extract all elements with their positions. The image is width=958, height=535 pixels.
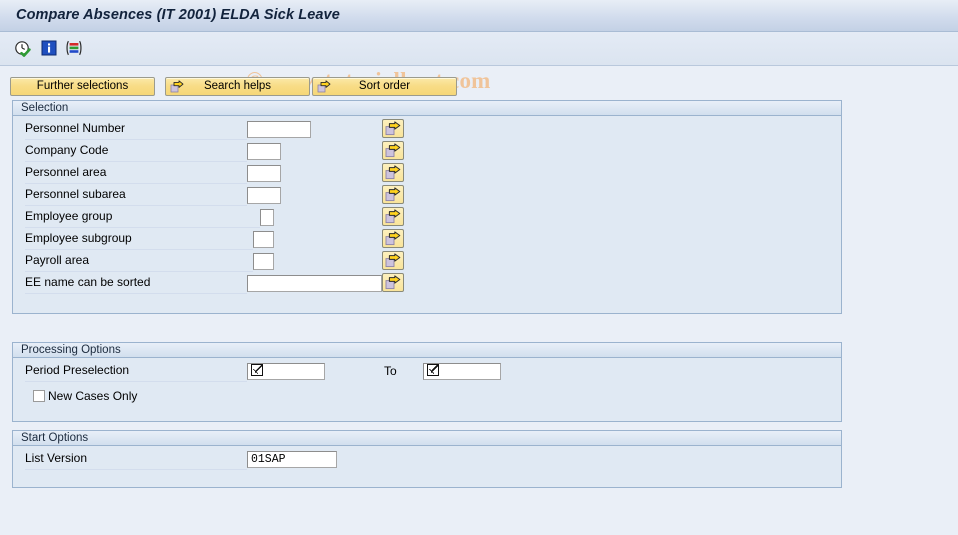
new-cases-only-label: New Cases Only <box>48 389 138 403</box>
search-helps-label: Search helps <box>203 80 272 92</box>
start-options-panel: Start Options List Version 01SAP <box>12 430 842 488</box>
window-title-bar: Compare Absences (IT 2001) ELDA Sick Lea… <box>0 0 958 32</box>
arrow-right-icon <box>385 187 401 202</box>
field-row-period-preselection: Period Preselection To <box>13 361 841 383</box>
personnel-subarea-multiple-selection-button[interactable] <box>382 185 404 204</box>
arrow-right-icon <box>385 121 401 136</box>
employee-subgroup-multiple-selection-button[interactable] <box>382 229 404 248</box>
arrow-right-icon <box>317 80 331 94</box>
arrow-right-icon <box>385 275 401 290</box>
company-code-input[interactable] <box>247 143 281 160</box>
start-options-header: Start Options <box>13 431 841 446</box>
arrow-right-icon <box>385 143 401 158</box>
employee-group-input[interactable] <box>260 209 274 226</box>
personnel-number-label: Personnel Number <box>25 119 247 140</box>
search-helps-button[interactable]: Search helps <box>165 77 310 96</box>
personnel-area-multiple-selection-button[interactable] <box>382 163 404 182</box>
employee-group-label: Employee group <box>25 207 260 228</box>
processing-options-header: Processing Options <box>13 343 841 358</box>
selection-panel: Selection Personnel Number Company Code … <box>12 100 842 314</box>
field-row-employee-group: Employee group <box>13 207 841 229</box>
payroll-area-label: Payroll area <box>25 251 253 272</box>
field-row-list-version: List Version 01SAP <box>13 449 841 471</box>
period-preselection-to-input[interactable] <box>423 363 501 380</box>
employee-subgroup-input[interactable] <box>253 231 274 248</box>
field-row-personnel-subarea: Personnel subarea <box>13 185 841 207</box>
arrow-right-icon <box>170 80 184 94</box>
list-version-input[interactable]: 01SAP <box>247 451 337 468</box>
personnel-subarea-input[interactable] <box>247 187 281 204</box>
new-cases-only-checkbox[interactable] <box>33 390 45 402</box>
color-bars-icon[interactable] <box>65 40 83 58</box>
further-selections-label: Further selections <box>36 80 129 92</box>
ee-name-can-be-sorted-label: EE name can be sorted <box>25 273 247 294</box>
arrow-right-icon <box>385 165 401 180</box>
further-selections-button[interactable]: Further selections <box>10 77 155 96</box>
personnel-subarea-label: Personnel subarea <box>25 185 247 206</box>
execute-clock-check-icon[interactable] <box>14 40 32 58</box>
sort-order-button[interactable]: Sort order <box>312 77 457 96</box>
list-version-label: List Version <box>25 449 247 470</box>
field-row-payroll-area: Payroll area <box>13 251 841 273</box>
arrow-right-icon <box>385 253 401 268</box>
sort-order-label: Sort order <box>358 80 411 92</box>
field-row-company-code: Company Code <box>13 141 841 163</box>
period-to-label: To <box>384 364 397 378</box>
company-code-multiple-selection-button[interactable] <box>382 141 404 160</box>
personnel-area-input[interactable] <box>247 165 281 182</box>
page-title: Compare Absences (IT 2001) ELDA Sick Lea… <box>16 7 340 23</box>
arrow-right-icon <box>385 209 401 224</box>
field-row-personnel-number: Personnel Number <box>13 119 841 141</box>
personnel-area-label: Personnel area <box>25 163 247 184</box>
field-row-employee-subgroup: Employee subgroup <box>13 229 841 251</box>
payroll-area-multiple-selection-button[interactable] <box>382 251 404 270</box>
company-code-label: Company Code <box>25 141 247 162</box>
personnel-number-multiple-selection-button[interactable] <box>382 119 404 138</box>
personnel-number-input[interactable] <box>247 121 311 138</box>
period-preselection-from-input[interactable] <box>247 363 325 380</box>
application-toolbar: © www.tutorialkart.com <box>0 32 958 93</box>
processing-options-panel: Processing Options Period Preselection T… <box>12 342 842 422</box>
payroll-area-input[interactable] <box>253 253 274 270</box>
period-preselection-label: Period Preselection <box>25 361 247 382</box>
employee-group-multiple-selection-button[interactable] <box>382 207 404 226</box>
information-icon[interactable] <box>41 40 59 58</box>
field-row-ee-name-can-be-sorted: EE name can be sorted <box>13 273 841 295</box>
ee-name-can-be-sorted-input[interactable] <box>247 275 382 292</box>
selection-panel-header: Selection <box>13 101 841 116</box>
arrow-right-icon <box>385 231 401 246</box>
employee-subgroup-label: Employee subgroup <box>25 229 253 250</box>
field-row-personnel-area: Personnel area <box>13 163 841 185</box>
ee-name-multiple-selection-button[interactable] <box>382 273 404 292</box>
